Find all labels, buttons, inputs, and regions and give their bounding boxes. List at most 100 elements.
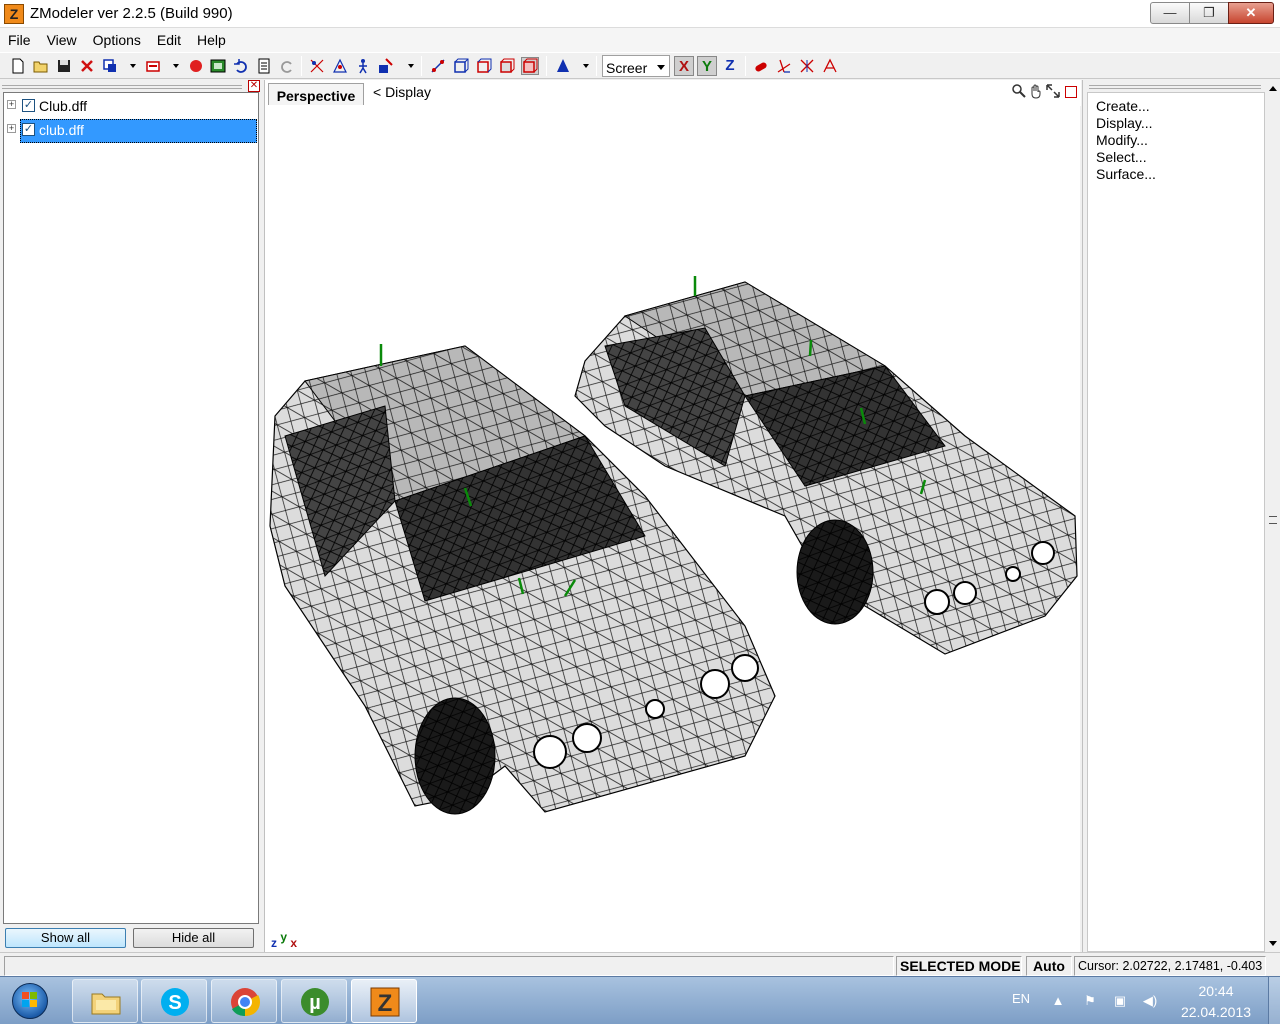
open-folder-icon[interactable] <box>33 58 49 74</box>
zoom-icon[interactable] <box>1011 83 1027 101</box>
expand-icon[interactable]: + <box>7 124 16 133</box>
scroll-up-icon[interactable] <box>1269 86 1277 91</box>
box-highlight-icon[interactable] <box>521 57 539 75</box>
language-indicator[interactable]: EN <box>1012 991 1030 1006</box>
panel-grip[interactable] <box>1089 85 1261 89</box>
status-auto[interactable]: Auto <box>1026 956 1072 976</box>
tree-item-selected[interactable]: + ✓ club.dff <box>4 119 258 143</box>
viewport-mode-tab[interactable]: Perspective <box>268 83 364 105</box>
start-button[interactable] <box>6 980 54 1022</box>
chevron-down-icon <box>657 65 665 70</box>
close-button[interactable]: ✕ <box>1228 2 1274 24</box>
box-select-icon[interactable] <box>453 58 469 74</box>
visibility-checkbox[interactable]: ✓ <box>22 123 35 136</box>
axes-gizmo: z y x <box>271 930 297 950</box>
axis-x-toggle[interactable]: X <box>674 56 694 76</box>
select-group-icon[interactable] <box>378 58 394 74</box>
menu-help[interactable]: Help <box>191 32 232 48</box>
command-panel-scrollbar[interactable] <box>1266 80 1280 952</box>
taskbar-zmodeler[interactable]: Z <box>351 979 417 1023</box>
taskbar-skype[interactable]: S <box>141 979 207 1023</box>
status-mode[interactable]: SELECTED MODE <box>896 956 1022 976</box>
toolbar-separator <box>421 56 422 76</box>
command-list: Create... Display... Modify... Select...… <box>1087 92 1265 952</box>
show-hidden-icons-icon[interactable]: ▲ <box>1050 993 1066 1009</box>
minimize-button[interactable]: — <box>1150 2 1190 24</box>
tree-item-label: Club.dff <box>39 98 87 114</box>
display-menu[interactable]: < Display <box>373 84 431 100</box>
command-select[interactable]: Select... <box>1096 149 1264 166</box>
box-solid-icon[interactable] <box>499 58 515 74</box>
viewport-close-icon[interactable] <box>1065 86 1077 98</box>
network-icon[interactable]: ▣ <box>1112 993 1128 1009</box>
select-vertex-icon[interactable] <box>309 58 325 74</box>
show-all-button[interactable]: Show all <box>5 928 126 948</box>
command-surface[interactable]: Surface... <box>1096 166 1264 183</box>
toolbar-separator <box>596 56 597 76</box>
pivot-dropdown-icon[interactable] <box>583 64 589 68</box>
skype-icon: S <box>161 988 189 1016</box>
import-dropdown-icon[interactable] <box>173 64 179 68</box>
svg-text:S: S <box>168 992 181 1014</box>
import-icon[interactable] <box>145 58 161 74</box>
expand-icon[interactable]: + <box>7 100 16 109</box>
taskbar-chrome[interactable] <box>211 979 277 1023</box>
axis-y-label: y <box>280 930 288 944</box>
save-icon[interactable] <box>56 58 72 74</box>
axis-z-toggle[interactable]: Z <box>720 56 740 76</box>
panel-grip[interactable] <box>2 85 242 89</box>
visibility-checkbox[interactable]: ✓ <box>22 99 35 112</box>
3d-viewport[interactable]: Perspective < Display z y x <box>264 80 1081 952</box>
menu-edit[interactable]: Edit <box>151 32 187 48</box>
utorrent-icon: µ <box>301 988 329 1016</box>
delete-icon[interactable] <box>79 58 95 74</box>
viewport-canvas[interactable] <box>265 106 1081 952</box>
command-modify[interactable]: Modify... <box>1096 132 1264 149</box>
maximize-viewport-icon[interactable] <box>1045 83 1061 101</box>
volume-icon[interactable]: ◀) <box>1142 993 1158 1009</box>
restore-button[interactable]: ❐ <box>1189 2 1229 24</box>
toolbar-separator <box>745 56 746 76</box>
pan-hand-icon[interactable] <box>1028 83 1044 101</box>
pivot-icon[interactable] <box>555 58 571 74</box>
axis-xy-icon[interactable] <box>776 58 792 74</box>
select-face-icon[interactable] <box>332 58 348 74</box>
status-cursor-coords: Cursor: 2.02722, 2.17481, -0.403 <box>1074 956 1266 976</box>
undo-icon[interactable] <box>233 58 249 74</box>
command-create[interactable]: Create... <box>1096 98 1264 115</box>
texture-icon[interactable] <box>210 58 226 74</box>
taskbar-explorer[interactable] <box>72 979 138 1023</box>
taskbar-utorrent[interactable]: µ <box>281 979 347 1023</box>
menu-view[interactable]: View <box>41 32 83 48</box>
axis-y-toggle[interactable]: Y <box>697 56 717 76</box>
hide-all-button[interactable]: Hide all <box>133 928 254 948</box>
viewport-header: Perspective < Display <box>265 80 1081 106</box>
clock-date[interactable]: 22.04.2013 <box>1178 1004 1254 1020</box>
lock-selection-icon[interactable] <box>753 58 769 74</box>
axis-yz-icon[interactable] <box>822 58 838 74</box>
zmodeler-app-icon[interactable]: Z <box>4 4 24 24</box>
properties-icon[interactable] <box>256 58 272 74</box>
close-panel-icon[interactable]: ✕ <box>248 80 260 92</box>
menu-file[interactable]: File <box>2 32 37 48</box>
menu-options[interactable]: Options <box>87 32 147 48</box>
select-object-icon[interactable] <box>355 58 371 74</box>
record-icon[interactable] <box>188 58 204 74</box>
copy-dropdown-icon[interactable] <box>130 64 136 68</box>
move-icon[interactable] <box>430 58 446 74</box>
tree-item[interactable]: + ✓ Club.dff <box>4 95 258 117</box>
select-dropdown-icon[interactable] <box>408 64 414 68</box>
action-center-flag-icon[interactable]: ⚑ <box>1082 993 1098 1009</box>
new-file-icon[interactable] <box>10 58 26 74</box>
command-panel: ✕ Create... Display... Modify... Select.… <box>1082 80 1280 952</box>
show-desktop-button[interactable] <box>1268 977 1280 1024</box>
box-wire-icon[interactable] <box>476 58 492 74</box>
scroll-grip-icon[interactable] <box>1269 516 1277 524</box>
command-display[interactable]: Display... <box>1096 115 1264 132</box>
clock-time[interactable]: 20:44 <box>1178 983 1254 999</box>
copy-icon[interactable] <box>102 58 118 74</box>
scroll-down-icon[interactable] <box>1269 941 1277 946</box>
coordinate-system-select[interactable]: Screer <box>602 55 670 77</box>
redo-icon[interactable] <box>279 58 295 74</box>
axis-xz-icon[interactable] <box>799 58 815 74</box>
